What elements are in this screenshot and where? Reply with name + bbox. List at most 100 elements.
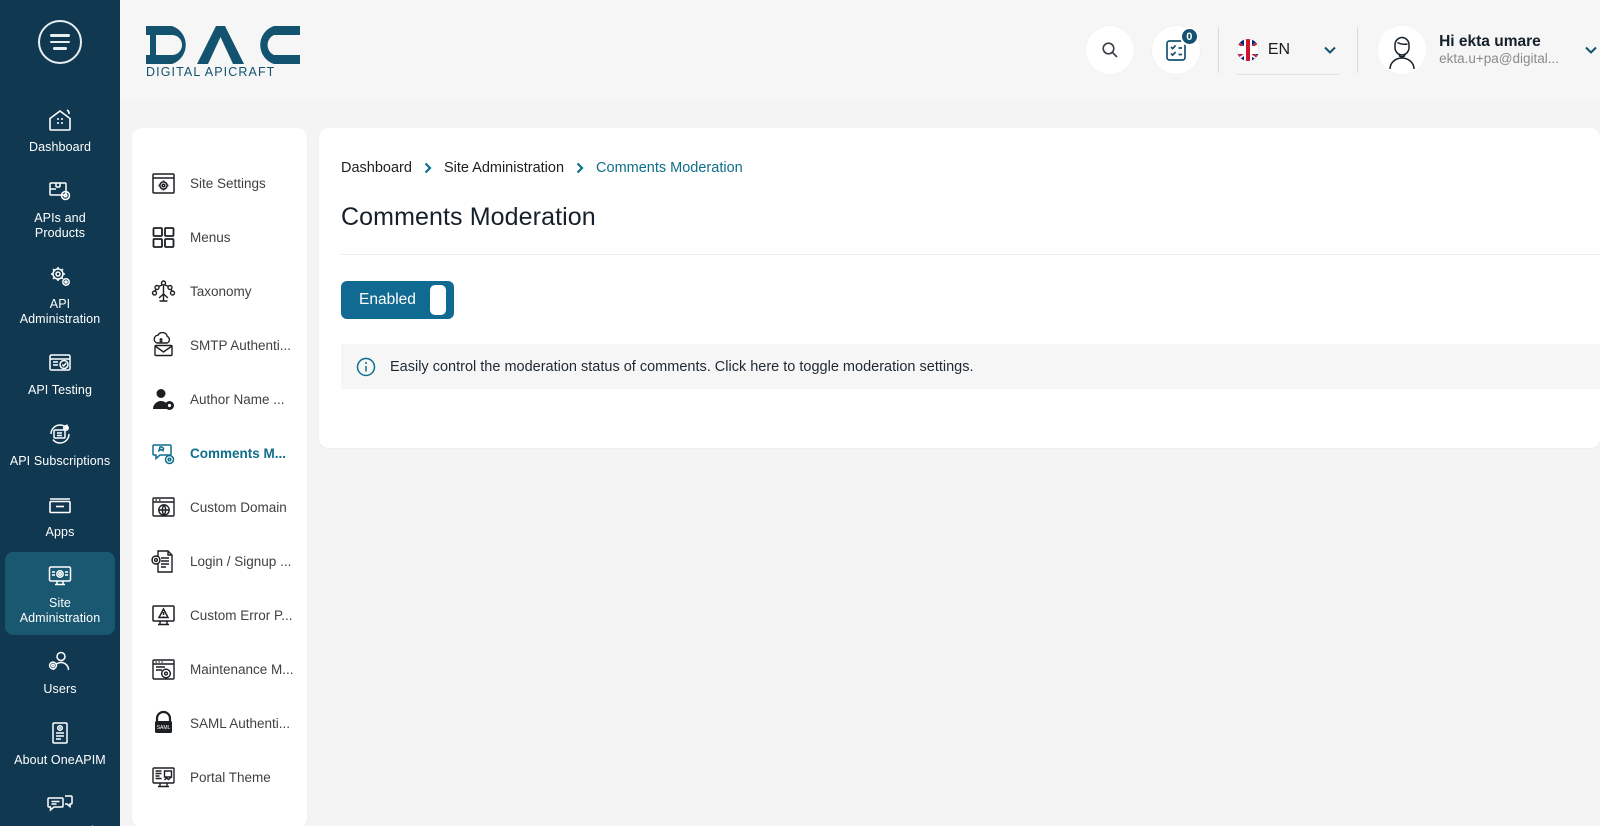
- app-root: Dashboard APIs and Products API Administ…: [0, 0, 1600, 826]
- sidebar-item-apis-and-products[interactable]: APIs and Products: [5, 167, 115, 250]
- sidebar-item-api-community[interactable]: API Community: [5, 780, 115, 826]
- portal-theme-monitor-icon: [150, 764, 177, 791]
- about-oneapim-document-icon: [45, 718, 75, 748]
- sidebar-item-label: Apps: [45, 525, 75, 539]
- settings-item-site-settings[interactable]: Site Settings: [132, 156, 307, 210]
- breadcrumb: Dashboard Site Administration Comments M…: [319, 160, 1600, 176]
- tasks-badge: 0: [1179, 27, 1199, 46]
- custom-error-page-monitor-warning-icon: [150, 602, 177, 629]
- comments-moderation-icon: [150, 440, 177, 467]
- dac-logo-mark: DIGITAL APICRAFT: [146, 26, 300, 78]
- toggle-knob[interactable]: [429, 285, 446, 315]
- comments-moderation-panel: Dashboard Site Administration Comments M…: [319, 128, 1600, 448]
- search-button[interactable]: [1085, 26, 1134, 74]
- api-community-chat-icon: [45, 789, 75, 819]
- sidebar-item-label: Dashboard: [28, 140, 92, 154]
- settings-item-taxonomy[interactable]: Taxonomy: [132, 264, 307, 318]
- info-circle-icon: [356, 357, 376, 376]
- user-greeting: Hi ekta umare: [1439, 32, 1541, 50]
- users-person-gear-icon: [45, 647, 75, 677]
- sidebar-item-api-administration[interactable]: API Administration: [5, 253, 115, 336]
- sidebar-item-label: API Testing: [27, 383, 93, 397]
- settings-item-label: SMTP Authenti...: [190, 337, 292, 353]
- sidebar-items: Dashboard APIs and Products API Administ…: [0, 78, 120, 826]
- user-avatar-icon: [1378, 26, 1427, 74]
- saml-authentication-lock-icon: SAML: [150, 710, 177, 737]
- api-testing-check-icon: [45, 348, 75, 378]
- sidebar-item-users[interactable]: Users: [5, 638, 115, 706]
- smtp-authentication-mail-cloud-icon: [150, 331, 177, 359]
- settings-item-label: Author Name ...: [190, 391, 285, 407]
- sidebar-item-label: Users: [43, 682, 77, 696]
- moderation-info-text: Easily control the moderation status of …: [390, 358, 974, 375]
- menus-grid-icon: [150, 224, 177, 251]
- chevron-down-icon[interactable]: [1582, 41, 1600, 59]
- custom-domain-globe-window-icon: [150, 494, 177, 521]
- svg-text:SAML: SAML: [157, 725, 171, 731]
- uk-flag-icon: [1236, 39, 1259, 61]
- breadcrumb-item-dashboard[interactable]: Dashboard: [341, 160, 412, 176]
- settings-item-custom-domain[interactable]: Custom Domain: [132, 480, 307, 534]
- dashboard-home-icon: [45, 105, 75, 135]
- moderation-toggle[interactable]: Enabled: [341, 281, 454, 319]
- settings-item-label: Taxonomy: [190, 283, 252, 299]
- sidebar-item-apps[interactable]: Apps: [5, 481, 115, 549]
- settings-item-label: Site Settings: [190, 175, 266, 191]
- chevron-right-icon: [576, 162, 584, 174]
- apps-box-icon: [45, 490, 75, 520]
- sidebar-item-label: API Administration: [19, 297, 101, 326]
- sidebar-toggle-button[interactable]: [34, 20, 86, 64]
- taxonomy-tree-icon: [150, 278, 177, 305]
- api-subscriptions-refresh-icon: [45, 419, 75, 449]
- settings-item-custom-error-page[interactable]: Custom Error P...: [132, 588, 307, 642]
- dac-logo-tagline: DIGITAL APICRAFT: [146, 65, 275, 78]
- language-code: EN: [1267, 41, 1291, 58]
- settings-item-label: Custom Domain: [190, 499, 287, 515]
- user-email: ekta.u+pa@digital...: [1439, 51, 1559, 67]
- primary-sidebar: Dashboard APIs and Products API Administ…: [0, 0, 120, 826]
- body-area: Site Settings Menus Taxonomy SMTP Authen…: [120, 100, 1600, 826]
- user-menu[interactable]: Hi ekta umare ekta.u+pa@digital...: [1358, 22, 1600, 78]
- settings-item-saml-authentication[interactable]: SAML SAML Authenti...: [132, 696, 307, 750]
- page-title: Comments Moderation: [341, 203, 596, 231]
- login-signup-document-gear-icon: [150, 548, 177, 575]
- settings-item-label: Login / Signup ...: [190, 553, 292, 569]
- sidebar-item-api-subscriptions[interactable]: API Subscriptions: [5, 410, 115, 478]
- breadcrumb-item-comments-moderation[interactable]: Comments Moderation: [596, 160, 743, 176]
- sidebar-item-dashboard[interactable]: Dashboard: [5, 96, 115, 164]
- sidebar-item-site-administration[interactable]: Site Administration: [5, 552, 115, 635]
- moderation-info-banner: Easily control the moderation status of …: [341, 344, 1600, 389]
- tasks-button[interactable]: 0: [1151, 26, 1200, 74]
- settings-item-label: Comments M...: [190, 445, 287, 461]
- sidebar-item-label: APIs and Products: [34, 211, 86, 240]
- top-header: DIGITAL APICRAFT 0 EN Hi ekta umare ekta…: [120, 0, 1600, 100]
- settings-item-author-name[interactable]: Author Name ...: [132, 372, 307, 426]
- language-selector[interactable]: EN: [1219, 27, 1357, 75]
- settings-item-maintenance-mode[interactable]: Maintenance M...: [132, 642, 307, 696]
- settings-item-portal-theme[interactable]: Portal Theme: [132, 750, 307, 804]
- settings-item-comments-moderation[interactable]: Comments M...: [132, 426, 307, 480]
- settings-item-label: Menus: [190, 229, 231, 245]
- maintenance-mode-window-gear-icon: [150, 656, 177, 683]
- apis-products-icon: [45, 176, 75, 206]
- settings-item-login-signup[interactable]: Login / Signup ...: [132, 534, 307, 588]
- settings-item-smtp-authentication[interactable]: SMTP Authenti...: [132, 318, 307, 372]
- sidebar-item-about-oneapim[interactable]: About OneAPIM: [5, 709, 115, 777]
- settings-item-menus[interactable]: Menus: [132, 210, 307, 264]
- site-administration-nav: Site Settings Menus Taxonomy SMTP Authen…: [132, 128, 307, 826]
- api-administration-gear-icon: [45, 262, 75, 292]
- sidebar-item-label: API Subscriptions: [9, 454, 111, 468]
- sidebar-item-api-testing[interactable]: API Testing: [5, 339, 115, 407]
- user-text: Hi ekta umare ekta.u+pa@digital...: [1439, 32, 1559, 68]
- breadcrumb-item-site-administration[interactable]: Site Administration: [444, 160, 564, 176]
- sidebar-item-label: About OneAPIM: [14, 753, 106, 767]
- chevron-right-icon: [424, 162, 432, 174]
- search-icon: [1102, 42, 1118, 58]
- settings-item-label: Portal Theme: [190, 769, 271, 785]
- main-column: DIGITAL APICRAFT 0 EN Hi ekta umare ekta…: [120, 0, 1600, 826]
- site-administration-monitor-icon: [45, 561, 75, 591]
- dac-logo[interactable]: DIGITAL APICRAFT: [144, 22, 302, 78]
- site-settings-gear-window-icon: [150, 170, 177, 197]
- settings-item-label: Custom Error P...: [190, 607, 293, 623]
- header-actions: 0 EN Hi ekta umare ekta.u+pa@digital...: [1085, 0, 1600, 100]
